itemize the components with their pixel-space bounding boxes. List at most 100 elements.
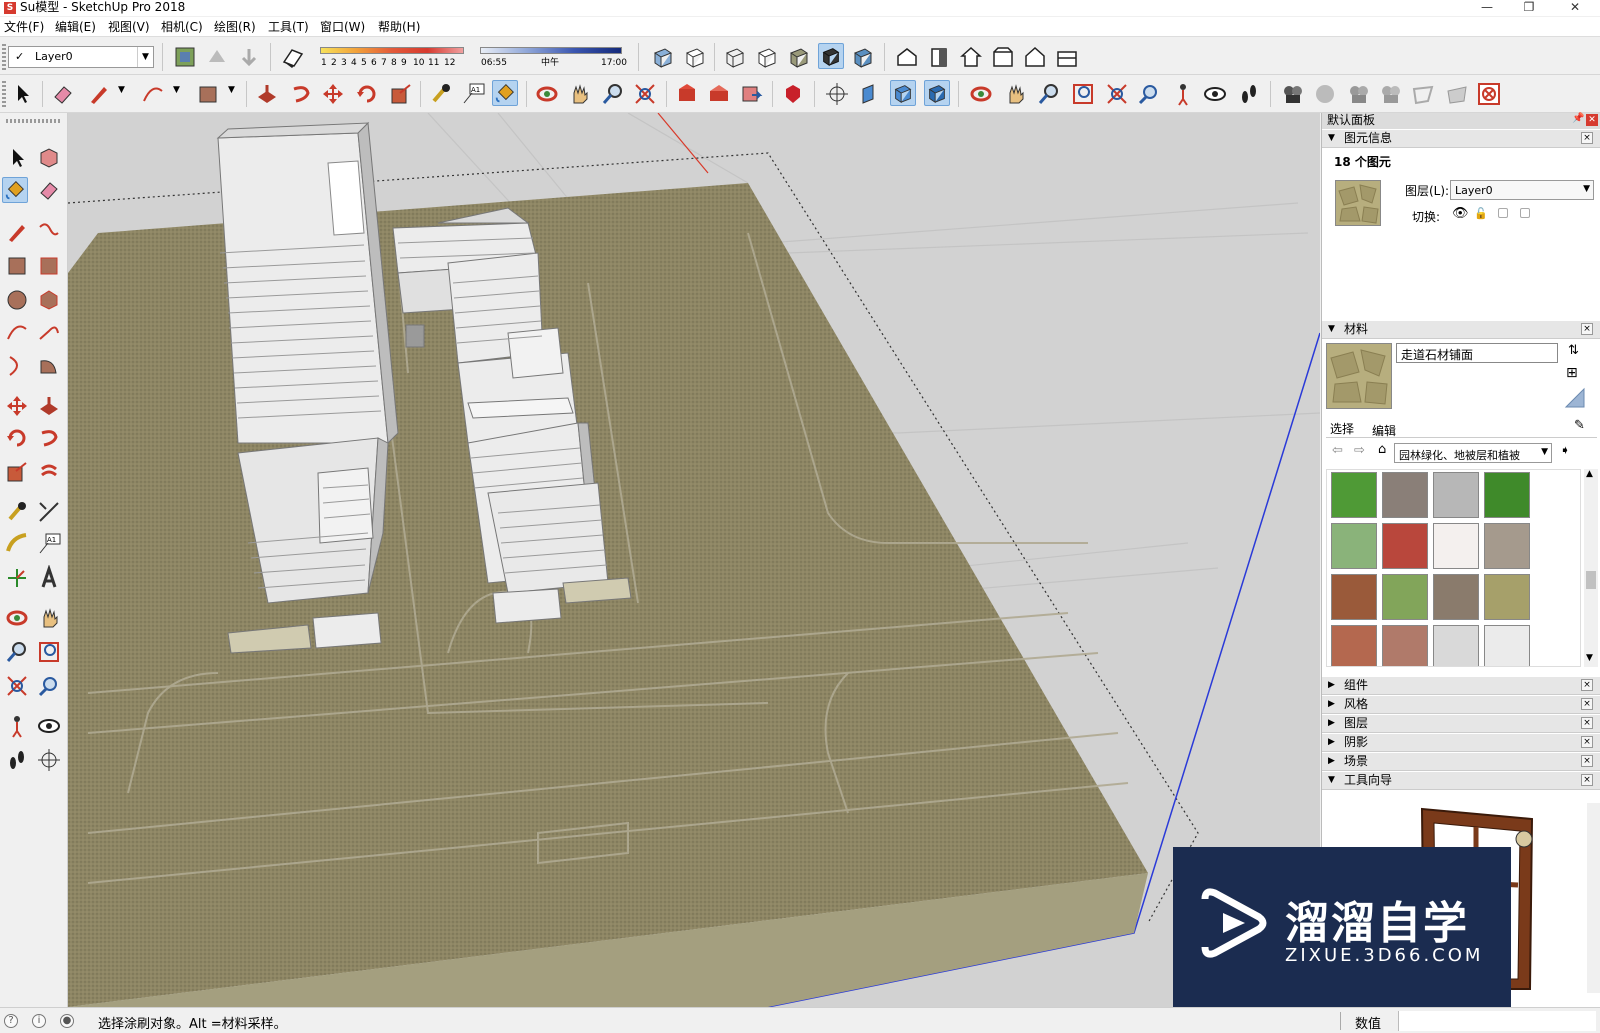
flip-edge-icon[interactable]	[1476, 81, 1502, 107]
shaded-icon[interactable]	[786, 44, 812, 70]
select-arrow-icon[interactable]	[10, 81, 36, 107]
paint-bucket-button[interactable]	[2, 177, 28, 203]
close-button[interactable]: ✕	[1558, 0, 1592, 16]
extension-warehouse-icon[interactable]	[780, 81, 806, 107]
warehouse-icon[interactable]	[674, 81, 700, 107]
text-icon[interactable]: A1	[36, 531, 62, 557]
material-swatch[interactable]	[1382, 625, 1428, 666]
sample-paint-icon[interactable]: ✎	[1574, 418, 1585, 433]
material-swatch[interactable]	[1331, 523, 1377, 569]
push-pull-icon[interactable]	[254, 81, 280, 107]
menu-tools[interactable]: 工具(T)	[268, 19, 309, 35]
follow-me-icon[interactable]	[288, 81, 314, 107]
material-swatch[interactable]	[1331, 574, 1377, 620]
swatch-scrollbar[interactable]: ▲ ▼	[1584, 469, 1598, 667]
section-plane-icon[interactable]	[36, 747, 62, 773]
toolbar-grip[interactable]	[2, 81, 6, 107]
arc-icon[interactable]	[140, 81, 166, 107]
layer-down-icon[interactable]	[236, 44, 262, 70]
zoom-icon-2[interactable]	[1036, 81, 1062, 107]
front-view-icon[interactable]	[958, 44, 984, 70]
shadow-month-slider[interactable]	[320, 47, 464, 54]
orbit-icon[interactable]	[4, 605, 30, 631]
zoom-extents-icon-2[interactable]	[1104, 81, 1130, 107]
back-edges-icon[interactable]	[682, 44, 708, 70]
rotate-icon[interactable]	[4, 425, 30, 451]
close-icon[interactable]: ×	[1581, 323, 1593, 335]
position-camera-icon[interactable]	[4, 713, 30, 739]
iso-view-icon[interactable]	[894, 44, 920, 70]
restore-button[interactable]: ❐	[1512, 0, 1546, 16]
walk-footprints-icon[interactable]	[1236, 81, 1262, 107]
material-swatch[interactable]	[1484, 472, 1530, 518]
display-section-planes-button[interactable]	[890, 80, 916, 106]
xray-icon[interactable]	[650, 44, 676, 70]
eraser-icon[interactable]	[50, 81, 76, 107]
position-camera-icon[interactable]	[824, 81, 850, 107]
text-icon[interactable]: A1	[460, 81, 486, 107]
dimension-icon[interactable]	[36, 499, 62, 525]
layer-manager-icon[interactable]	[172, 44, 198, 70]
instructor-scrollbar[interactable]	[1587, 803, 1600, 993]
look-around-icon[interactable]	[1202, 81, 1228, 107]
paint-bucket-button[interactable]	[492, 80, 518, 106]
smoove-icon[interactable]	[1346, 81, 1372, 107]
make-component-icon[interactable]	[36, 145, 62, 171]
lock-icon[interactable]: 🔓	[1474, 207, 1488, 220]
offset-icon[interactable]	[36, 459, 62, 485]
info-icon[interactable]: i	[32, 1014, 46, 1028]
zoom-icon[interactable]	[600, 81, 626, 107]
details-arrow-icon[interactable]: ➧	[1560, 443, 1570, 457]
sandbox-scratch-icon[interactable]	[1312, 81, 1338, 107]
material-swatch[interactable]	[1331, 472, 1377, 518]
pan-icon[interactable]	[566, 81, 592, 107]
material-swatch[interactable]	[1433, 523, 1479, 569]
shadows-section[interactable]: ▶ 阴影 ×	[1322, 734, 1600, 752]
protractor-icon[interactable]	[4, 531, 30, 557]
axes-icon[interactable]	[4, 565, 30, 591]
minimize-button[interactable]: —	[1470, 0, 1504, 16]
chevron-down-icon[interactable]: ▼	[118, 85, 125, 95]
pan-icon-2[interactable]	[1002, 81, 1028, 107]
previous-view-icon[interactable]	[36, 673, 62, 699]
stamp-icon[interactable]	[1378, 81, 1404, 107]
orbit-icon[interactable]	[534, 81, 560, 107]
material-swatch[interactable]	[1331, 625, 1377, 666]
chevron-up-icon[interactable]: ▲	[1586, 469, 1593, 479]
pin-icon[interactable]: 📌	[1572, 113, 1584, 124]
sandbox-from-contours-icon[interactable]	[1280, 81, 1306, 107]
display-secondary-icon[interactable]: ⇅	[1568, 343, 1579, 358]
wireframe-icon[interactable]	[722, 44, 748, 70]
pencil-icon[interactable]	[86, 81, 112, 107]
share-component-icon[interactable]	[738, 81, 764, 107]
top-view-icon[interactable]	[926, 44, 952, 70]
material-swatch[interactable]	[1382, 523, 1428, 569]
circle-icon[interactable]	[4, 287, 30, 313]
rectangle-icon[interactable]	[4, 253, 30, 279]
menu-view[interactable]: 视图(V)	[108, 19, 150, 35]
close-icon[interactable]: ×	[1581, 736, 1593, 748]
layer-up-icon[interactable]	[204, 44, 230, 70]
add-detail-icon[interactable]	[1444, 81, 1470, 107]
geo-location-icon[interactable]: ?	[4, 1014, 18, 1028]
menu-camera[interactable]: 相机(C)	[161, 19, 203, 35]
share-model-icon[interactable]	[706, 81, 732, 107]
toolbar-grip[interactable]	[6, 119, 60, 123]
material-swatch[interactable]	[1433, 574, 1479, 620]
tape-measure-icon[interactable]	[4, 499, 30, 525]
shadow-time-slider[interactable]	[480, 47, 622, 54]
look-around-icon[interactable]	[36, 713, 62, 739]
pan-icon[interactable]	[36, 605, 62, 631]
pie-icon[interactable]	[36, 353, 62, 379]
instructor-section[interactable]: ▼ 工具向导 ×	[1322, 772, 1600, 790]
rectangle-icon[interactable]	[195, 81, 221, 107]
forward-arrow-icon[interactable]: ⇨	[1354, 443, 1365, 458]
monochrome-icon[interactable]	[850, 44, 876, 70]
walk-person-icon[interactable]	[1170, 81, 1196, 107]
push-pull-icon[interactable]	[36, 393, 62, 419]
display-section-cuts-button[interactable]	[924, 80, 950, 106]
material-swatch[interactable]	[1484, 574, 1530, 620]
material-name-input[interactable]: 走道石材铺面	[1396, 343, 1558, 363]
previous-view-icon[interactable]	[1136, 81, 1162, 107]
material-swatch[interactable]	[1382, 472, 1428, 518]
